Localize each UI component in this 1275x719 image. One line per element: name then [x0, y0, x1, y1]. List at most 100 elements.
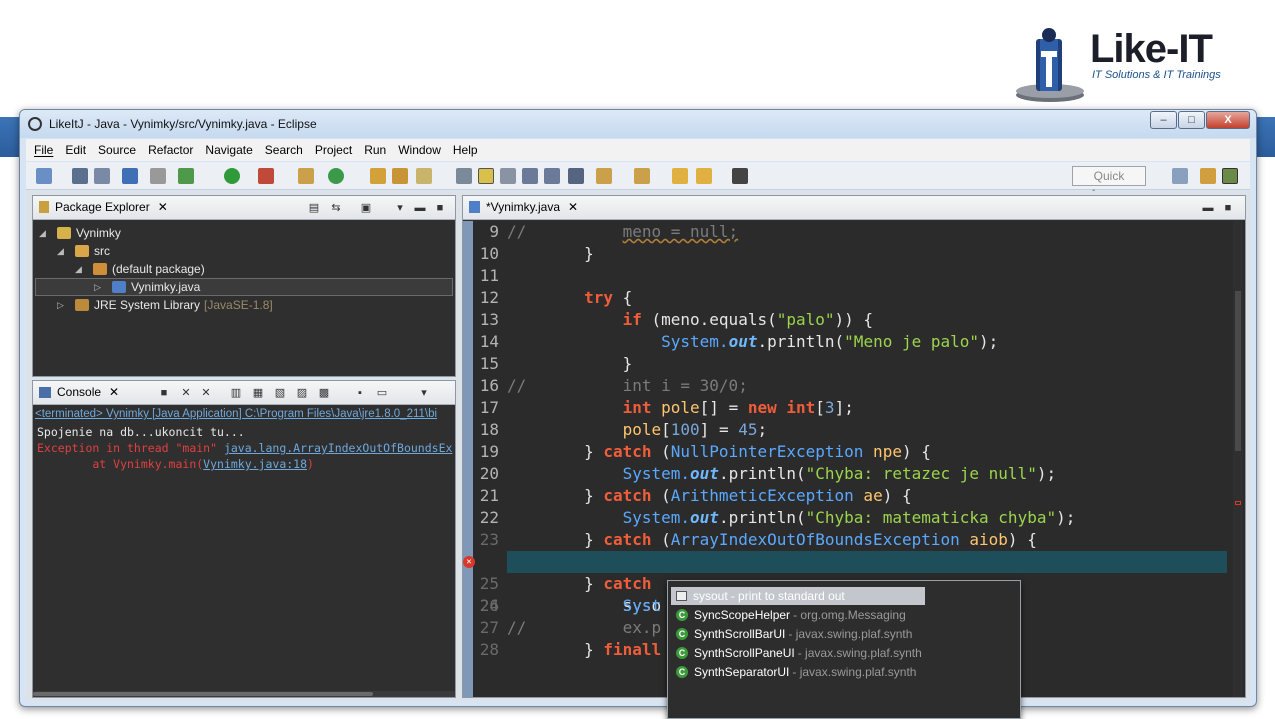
- package-explorer-icon: [39, 201, 49, 213]
- assist-item[interactable]: C SyncScopeHelper - org.omg.Messaging: [676, 606, 906, 624]
- stack-trace-link[interactable]: Vynimky.java:18: [203, 457, 307, 471]
- save-icon[interactable]: [72, 168, 88, 184]
- external-tools-icon[interactable]: [258, 168, 274, 184]
- skip-breakpoints-icon[interactable]: [150, 168, 166, 184]
- assist-item-sysout[interactable]: sysout - print to standard out: [676, 587, 845, 605]
- maximize-view-icon[interactable]: ■: [433, 201, 447, 215]
- focus-icon[interactable]: ▣: [359, 201, 373, 215]
- maximize-editor-icon[interactable]: ■: [1221, 201, 1235, 215]
- console-icon: [39, 386, 51, 398]
- java-file-icon: [112, 281, 126, 293]
- assist-item[interactable]: C SynthScrollPaneUI - javax.swing.plaf.s…: [676, 644, 922, 662]
- open-type-icon[interactable]: [370, 168, 386, 184]
- tree-item-project[interactable]: ◢ Vynimky: [39, 224, 121, 242]
- terminal-icon[interactable]: [122, 168, 138, 184]
- minimize-button[interactable]: –: [1150, 111, 1177, 129]
- tree-item-jre[interactable]: ▷ JRE System Library [JavaSE-1.8]: [57, 296, 273, 314]
- console-stdout-line: Spojenie na db...ukoncit tu...: [37, 425, 245, 439]
- tab-console[interactable]: Console ✕: [39, 385, 119, 399]
- open-task-icon[interactable]: [392, 168, 408, 184]
- error-marker-icon[interactable]: ✕: [463, 556, 475, 568]
- run-icon[interactable]: [224, 168, 240, 184]
- display-console-icon[interactable]: ▭: [375, 386, 389, 400]
- project-folder-icon: [57, 227, 71, 239]
- editor-vscrollbar[interactable]: [1233, 221, 1243, 697]
- remove-all-icon[interactable]: ✕: [199, 386, 213, 400]
- collapsed-arrow-icon[interactable]: ▷: [57, 300, 69, 311]
- tree-item-default-package[interactable]: ◢ (default package): [75, 260, 205, 278]
- show-source-icon[interactable]: [568, 168, 584, 184]
- open-perspective-icon[interactable]: [1172, 168, 1188, 184]
- show-on-stderr-icon[interactable]: ▩: [317, 386, 331, 400]
- close-window-button[interactable]: X: [1206, 111, 1250, 129]
- save-all-icon[interactable]: [94, 168, 110, 184]
- scroll-lock-icon[interactable]: ▦: [251, 386, 265, 400]
- menu-window[interactable]: Window: [398, 143, 441, 157]
- console-hscrollbar[interactable]: [33, 691, 455, 697]
- tree-item-vynimky-java[interactable]: ▷ Vynimky.java: [35, 278, 453, 296]
- code-line: 18 pole[100] = 45;: [479, 420, 768, 439]
- menu-source[interactable]: Source: [98, 143, 136, 157]
- java-ee-perspective-icon[interactable]: [1200, 168, 1216, 184]
- collapse-all-icon[interactable]: ▤: [307, 201, 321, 215]
- new-java-project-icon[interactable]: [298, 168, 314, 184]
- clear-console-icon[interactable]: ▥: [229, 386, 243, 400]
- minimize-editor-icon[interactable]: ▬: [1201, 201, 1215, 215]
- exception-link[interactable]: java.lang.ArrayIndexOutOfBoundsEx: [224, 441, 452, 455]
- expand-arrow-icon[interactable]: ◢: [75, 264, 87, 275]
- next-annotation-icon[interactable]: [596, 168, 612, 184]
- source-folder-icon: [75, 245, 89, 257]
- menu-run[interactable]: Run: [364, 143, 386, 157]
- menu-project[interactable]: Project: [315, 143, 352, 157]
- assist-item[interactable]: C SynthScrollBarUI - javax.swing.plaf.sy…: [676, 625, 912, 643]
- close-tab-icon[interactable]: ✕: [158, 200, 168, 214]
- menu-file[interactable]: File: [34, 143, 53, 157]
- highlight-icon[interactable]: [478, 168, 494, 184]
- show-whitespace-icon[interactable]: [522, 168, 538, 184]
- remove-launch-icon[interactable]: ✕: [179, 386, 193, 400]
- last-edit-icon[interactable]: [672, 168, 688, 184]
- search-icon[interactable]: [416, 168, 432, 184]
- debug-icon[interactable]: [178, 168, 194, 184]
- expand-arrow-icon[interactable]: ◢: [57, 246, 69, 257]
- menu-help[interactable]: Help: [453, 143, 478, 157]
- tab-vynimky-java[interactable]: *Vynimky.java ✕: [469, 200, 578, 214]
- menu-navigate[interactable]: Navigate: [205, 143, 252, 157]
- collapsed-arrow-icon[interactable]: ▷: [94, 282, 106, 293]
- show-on-stdout-icon[interactable]: ▨: [295, 386, 309, 400]
- quick-access-field[interactable]: Quick Access: [1072, 166, 1146, 201]
- back-icon[interactable]: [696, 168, 712, 184]
- block-selection-icon[interactable]: [500, 168, 516, 184]
- forward-icon[interactable]: [732, 168, 748, 184]
- minimize-view-icon[interactable]: ▬: [413, 201, 427, 215]
- package-explorer-panel: Package Explorer ✕ ▤ ⇆ ▣ ▾ ▬ ■ ◢ Vynimky: [32, 195, 456, 377]
- code-line: 19 } catch (NullPointerException npe) {: [479, 442, 931, 461]
- maximize-button[interactable]: □: [1178, 111, 1205, 129]
- pin-console-icon[interactable]: ▪: [353, 386, 367, 400]
- tab-package-explorer[interactable]: Package Explorer ✕: [39, 200, 168, 214]
- assist-item[interactable]: C SynthSeparatorUI - javax.swing.plaf.sy…: [676, 663, 916, 681]
- new-class-icon[interactable]: [328, 168, 344, 184]
- menu-search[interactable]: Search: [265, 143, 303, 157]
- open-console-icon[interactable]: ▾: [417, 386, 431, 400]
- close-tab-icon[interactable]: ✕: [568, 200, 578, 214]
- word-wrap-icon[interactable]: ▧: [273, 386, 287, 400]
- window-titlebar[interactable]: LikeItJ - Java - Vynimky/src/Vynimky.jav…: [20, 110, 1256, 138]
- expand-arrow-icon[interactable]: ◢: [39, 228, 51, 239]
- workbench-area: Package Explorer ✕ ▤ ⇆ ▣ ▾ ▬ ■ ◢ Vynimky: [26, 191, 1250, 701]
- terminate-icon[interactable]: ■: [157, 386, 171, 400]
- toggle-breadcrumb-icon[interactable]: [544, 168, 560, 184]
- view-menu-icon[interactable]: ▾: [393, 201, 407, 215]
- java-perspective-icon[interactable]: [1222, 168, 1238, 184]
- editor-header: *Vynimky.java ✕ ▬ ■: [463, 196, 1245, 220]
- menu-refactor[interactable]: Refactor: [148, 143, 193, 157]
- overview-error-marker[interactable]: [1235, 501, 1241, 505]
- menu-edit[interactable]: Edit: [65, 143, 86, 157]
- mark-occurrences-icon[interactable]: [456, 168, 472, 184]
- new-icon[interactable]: [36, 168, 52, 184]
- tree-item-src[interactable]: ◢ src: [57, 242, 110, 260]
- prev-annotation-icon[interactable]: [634, 168, 650, 184]
- link-editor-icon[interactable]: ⇆: [329, 201, 343, 215]
- close-tab-icon[interactable]: ✕: [109, 385, 119, 399]
- scroll-thumb[interactable]: [1235, 291, 1241, 451]
